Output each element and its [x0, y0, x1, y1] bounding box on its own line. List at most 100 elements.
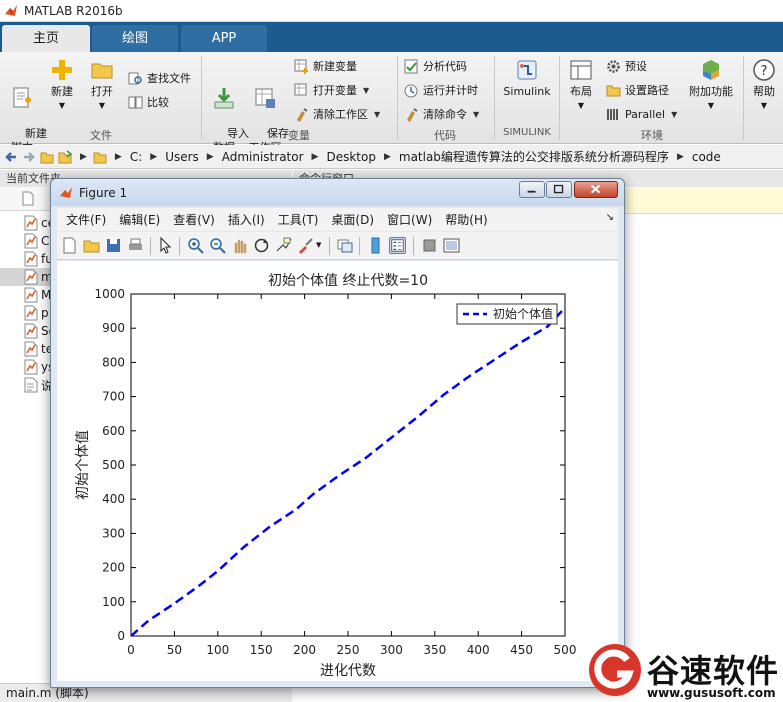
breadcrumb-item[interactable]: code: [692, 150, 721, 164]
x-tick-label: 400: [467, 643, 490, 657]
browse-folder-icon[interactable]: [58, 149, 72, 164]
window-title: MATLAB R2016b: [24, 3, 123, 18]
pan-icon[interactable]: [231, 237, 248, 254]
menu-tools[interactable]: 工具(T): [278, 211, 319, 228]
legend-icon[interactable]: [389, 237, 406, 254]
open-file-icon[interactable]: [83, 237, 100, 254]
tab-home[interactable]: 主页: [2, 25, 90, 52]
run-and-time-label: 运行并计时: [423, 84, 478, 97]
list-item[interactable]: M: [24, 286, 51, 304]
menu-window[interactable]: 窗口(W): [387, 211, 432, 228]
x-tick-label: 0: [127, 643, 135, 657]
breadcrumb-item[interactable]: matlab编程遗传算法的公交排版系统分析源码程序: [399, 148, 669, 165]
close-button[interactable]: [574, 181, 618, 198]
new-variable-button[interactable]: 新建变量: [294, 56, 357, 76]
forward-arrow-icon[interactable]: [22, 150, 36, 164]
breadcrumb-item[interactable]: Administrator: [222, 150, 304, 164]
list-item[interactable]: fu: [24, 250, 53, 268]
show-plot-tools-icon[interactable]: [443, 237, 460, 254]
dock-arrow-icon[interactable]: ↘: [606, 212, 614, 223]
x-tick-label: 350: [423, 643, 446, 657]
minimize-button[interactable]: [519, 181, 545, 198]
list-item[interactable]: C: [24, 232, 49, 250]
tab-plots[interactable]: 绘图: [92, 25, 178, 52]
chevron-down-icon: ▼: [577, 101, 585, 110]
up-folder-icon[interactable]: [40, 150, 54, 164]
path-separator-icon: ▶: [114, 151, 122, 162]
simulink-button[interactable]: Simulink: [500, 58, 554, 99]
open-variable-button[interactable]: 打开变量 ▼: [294, 80, 369, 100]
parallel-button[interactable]: Parallel ▼: [606, 104, 677, 124]
menu-insert[interactable]: 插入(I): [228, 211, 265, 228]
help-button[interactable]: ? 帮助 ▼: [748, 58, 780, 113]
colorbar-icon[interactable]: [367, 237, 384, 254]
find-files-label: 查找文件: [147, 72, 191, 85]
x-tick-label: 100: [206, 643, 229, 657]
breadcrumb-item[interactable]: Users: [165, 150, 199, 164]
add-ons-icon: [703, 60, 719, 80]
open-button[interactable]: 打开 ▼: [84, 58, 120, 113]
new-figure-icon[interactable]: [61, 237, 78, 254]
figure-window[interactable]: Figure 1 文件(F) 编辑(E) 查看(V) 插入(I) 工具(T) 桌…: [50, 178, 625, 688]
clear-commands-icon: [407, 107, 418, 122]
menu-desktop[interactable]: 桌面(D): [331, 211, 374, 228]
zoom-out-icon[interactable]: [209, 237, 226, 254]
menu-help[interactable]: 帮助(H): [445, 211, 487, 228]
ribbon-tab-strip: 主页 绘图 APP: [0, 22, 783, 52]
parallel-icon: [607, 108, 618, 120]
data-cursor-icon[interactable]: [275, 237, 292, 254]
brush-icon[interactable]: [297, 237, 314, 254]
find-files-button[interactable]: 查找文件: [128, 68, 191, 88]
tab-apps[interactable]: APP: [181, 25, 267, 52]
new-button[interactable]: 新建 ▼: [44, 58, 80, 113]
clear-workspace-button[interactable]: 清除工作区 ▼: [294, 104, 380, 124]
list-item[interactable]: te: [24, 340, 53, 358]
clear-commands-button[interactable]: 清除命令 ▼: [404, 104, 479, 124]
preferences-button[interactable]: 预设: [606, 56, 647, 76]
matlab-app: MATLAB R2016b 主页 绘图 APP 新建 脚本 新建 ▼ 打开 ▼ …: [0, 0, 783, 702]
new-script-icon: [13, 87, 31, 108]
run-and-time-button[interactable]: 运行并计时: [404, 80, 478, 100]
breadcrumb-item[interactable]: C:: [130, 150, 142, 164]
matlab-logo-icon: [60, 186, 72, 198]
zoom-in-icon[interactable]: [187, 237, 204, 254]
chevron-down-icon[interactable]: ▼: [316, 241, 321, 249]
print-icon[interactable]: [127, 237, 144, 254]
toolbar-divider: [359, 237, 360, 255]
add-ons-button[interactable]: 附加功能 ▼: [686, 58, 736, 113]
analyze-code-button[interactable]: 分析代码: [404, 56, 467, 76]
save-icon[interactable]: [105, 237, 122, 254]
link-plot-icon[interactable]: [337, 237, 354, 254]
m-file-icon: [24, 233, 38, 249]
maximize-button[interactable]: [546, 181, 572, 198]
chart-title: 初始个体值 终止代数=10: [268, 272, 428, 289]
line-chart[interactable]: 初始个体值 终止代数=10 0 50 100 150 200 250 300 350 400 45…: [57, 261, 618, 681]
help-icon: ?: [753, 59, 775, 81]
menu-edit[interactable]: 编辑(E): [119, 211, 160, 228]
simulink-icon: [517, 60, 537, 80]
figure-canvas[interactable]: 初始个体值 终止代数=10 0 50 100 150 200 250 300 350 400 45…: [57, 261, 618, 681]
list-item[interactable]: p: [24, 304, 49, 322]
layout-button[interactable]: 布局 ▼: [564, 58, 598, 113]
path-separator-icon: ▶: [150, 151, 158, 162]
analyze-code-label: 分析代码: [423, 60, 467, 73]
ribbon-divider: [559, 56, 560, 140]
back-arrow-icon[interactable]: [4, 150, 18, 164]
y-tick-label: 0: [117, 629, 125, 643]
compare-button[interactable]: 比较: [128, 92, 169, 112]
rotate-3d-icon[interactable]: [253, 237, 270, 254]
set-path-button[interactable]: 设置路径: [606, 80, 669, 100]
section-label-variable: 变量: [288, 129, 310, 142]
open-label: 打开: [91, 85, 113, 98]
list-item[interactable]: 说: [24, 376, 53, 394]
breadcrumb-item[interactable]: Desktop: [326, 150, 376, 164]
hide-plot-tools-icon[interactable]: [421, 237, 438, 254]
path-separator-icon: ▶: [676, 151, 684, 162]
y-tick-label: 900: [102, 321, 125, 335]
pointer-icon[interactable]: [157, 237, 174, 254]
y-tick-label: 500: [102, 458, 125, 472]
gear-icon: [607, 59, 620, 73]
menu-view[interactable]: 查看(V): [173, 211, 215, 228]
menu-file[interactable]: 文件(F): [66, 211, 106, 228]
legend[interactable]: 初始个体值: [456, 303, 558, 325]
